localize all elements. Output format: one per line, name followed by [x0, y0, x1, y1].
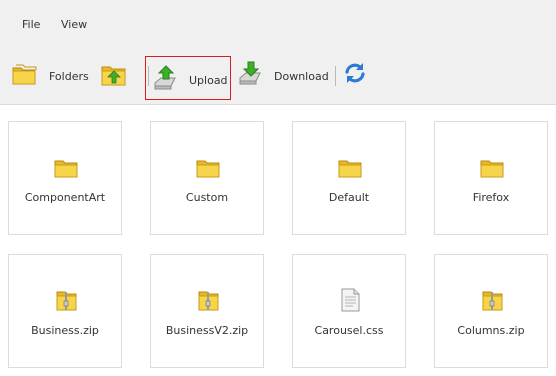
tile-label: Custom	[185, 191, 229, 204]
tile-businessv2-zip[interactable]: BusinessV2.zip	[150, 254, 264, 368]
tile-default[interactable]: Default	[292, 121, 406, 235]
zip-folder-icon	[198, 291, 219, 311]
tile-business-zip[interactable]: Business.zip	[8, 254, 122, 368]
download-label: Download	[274, 70, 329, 83]
zip-folder-icon	[56, 291, 77, 311]
file-browser: File View Folders Upload Download Compon…	[0, 0, 556, 376]
menu-file[interactable]: File	[22, 18, 40, 31]
download-icon	[239, 61, 261, 85]
tile-carousel-css[interactable]: Carousel.css	[292, 254, 406, 368]
tile-firefox[interactable]: Firefox	[434, 121, 548, 235]
upload-button[interactable]: Upload	[145, 56, 231, 100]
upload-label: Upload	[189, 74, 228, 87]
folder-up-button[interactable]	[96, 52, 132, 96]
folders-button[interactable]: Folders	[8, 52, 92, 96]
tile-label: Default	[328, 191, 370, 204]
folder-icon	[480, 160, 504, 178]
toolbar-separator	[335, 66, 336, 86]
zip-folder-icon	[482, 291, 503, 311]
download-button[interactable]: Download	[236, 52, 332, 96]
tile-label: ComponentArt	[24, 191, 106, 204]
folders-label: Folders	[49, 70, 89, 83]
folder-up-icon	[101, 66, 126, 86]
tile-label: BusinessV2.zip	[165, 324, 249, 337]
toolbar: Folders Upload Download	[0, 52, 556, 102]
menu-view[interactable]: View	[61, 18, 87, 31]
tile-label: Columns.zip	[457, 324, 525, 337]
menu-bar: File View	[0, 0, 556, 48]
tile-label: Business.zip	[31, 324, 99, 337]
tile-columns-zip[interactable]: Columns.zip	[434, 254, 548, 368]
refresh-button[interactable]	[338, 52, 372, 96]
refresh-icon	[345, 63, 365, 83]
folder-icon	[338, 160, 362, 178]
file-grid: ComponentArt Custom Default Firefox Busi…	[0, 104, 556, 376]
tile-label: Firefox	[472, 191, 510, 204]
top-chrome: File View Folders Upload Download	[0, 0, 556, 105]
tile-label: Carousel.css	[314, 324, 384, 337]
document-icon	[341, 288, 360, 312]
folders-icon	[12, 64, 37, 85]
folder-icon	[54, 160, 78, 178]
folder-icon	[196, 160, 220, 178]
tile-componentart[interactable]: ComponentArt	[8, 121, 122, 235]
tile-custom[interactable]: Custom	[150, 121, 264, 235]
upload-icon	[154, 65, 176, 90]
